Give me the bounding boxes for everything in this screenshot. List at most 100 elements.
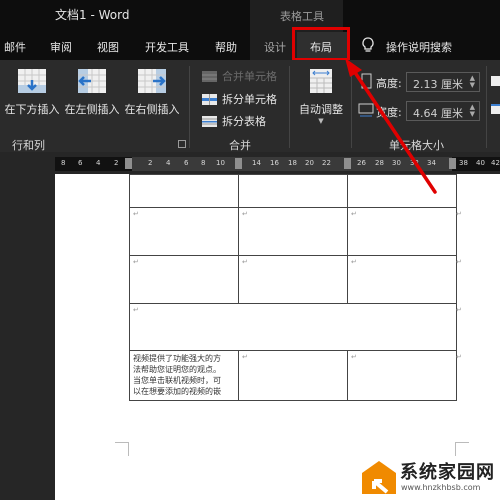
ruler-number: 6 xyxy=(184,159,189,167)
height-value: 2.13 厘米 xyxy=(413,78,463,91)
spinner-arrows-icon[interactable]: ▲ ▼ xyxy=(470,104,475,118)
ruler-number: 2 xyxy=(114,159,119,167)
split-table-button[interactable]: 拆分表格 xyxy=(202,113,266,129)
insert-left-icon xyxy=(78,69,106,93)
tab-view[interactable]: 视图 xyxy=(97,39,119,55)
row-end-mark: ↵ xyxy=(456,210,462,218)
house-logo-icon xyxy=(362,461,396,494)
paragraph-mark: ↵ xyxy=(242,258,248,266)
row-end-mark: ↵ xyxy=(456,353,462,361)
tab-review[interactable]: 审阅 xyxy=(50,39,72,55)
rows-cols-dialog-launcher-icon[interactable] xyxy=(178,140,186,148)
split-cells-button[interactable]: 拆分单元格 xyxy=(202,91,277,107)
table-cell[interactable] xyxy=(129,174,239,208)
ruler-number: 14 xyxy=(252,159,261,167)
cell-text-line: 当您单击联机视频时，可 xyxy=(133,376,221,385)
tell-me-search[interactable]: 操作说明搜索 xyxy=(386,39,452,55)
paragraph-mark: ↵ xyxy=(351,210,357,218)
distribute-columns-icon[interactable] xyxy=(491,104,500,114)
table-cell[interactable]: ↵ xyxy=(238,255,348,304)
tab-mailings[interactable]: 邮件 xyxy=(4,39,26,55)
table-row: ↵ ↵ ↵ xyxy=(129,255,457,304)
split-cells-label: 拆分单元格 xyxy=(222,93,277,106)
lightbulb-icon xyxy=(362,37,374,52)
table-cell[interactable]: ↵ xyxy=(238,350,348,401)
group-label-merge: 合并 xyxy=(229,139,251,152)
merge-cells-icon xyxy=(202,70,217,82)
ruler-number: 16 xyxy=(270,159,279,167)
group-separator xyxy=(189,66,190,148)
ruler-number: 26 xyxy=(357,159,366,167)
page-margin-corner xyxy=(115,442,129,456)
table-row: ↵ xyxy=(129,303,457,351)
ruler-number: 40 xyxy=(476,159,485,167)
column-marker[interactable] xyxy=(344,158,351,169)
row-end-mark: ↵ xyxy=(456,258,462,266)
tab-design[interactable]: 设计 xyxy=(264,39,286,55)
table-cell[interactable]: ↵ xyxy=(347,350,457,401)
width-input[interactable]: 4.64 厘米 ▲ ▼ xyxy=(406,101,480,121)
ruler-number: 22 xyxy=(322,159,331,167)
insert-below-button[interactable]: 在下方插入 xyxy=(2,68,62,117)
insert-left-button[interactable]: 在左侧插入 xyxy=(63,68,121,117)
paragraph-mark: ↵ xyxy=(133,210,139,218)
ruler-number: 38 xyxy=(459,159,468,167)
table-row xyxy=(129,174,457,208)
paragraph-mark: ↵ xyxy=(133,306,139,314)
paragraph-mark: ↵ xyxy=(242,210,248,218)
merge-cells-label: 合并单元格 xyxy=(222,70,277,83)
split-cells-icon xyxy=(202,93,217,105)
height-label: 高度: xyxy=(376,77,402,90)
autofit-label: 自动调整 xyxy=(299,103,343,116)
ruler-number: 42 xyxy=(491,159,500,167)
column-marker[interactable] xyxy=(235,158,242,169)
watermark-url: www.hnzkhbsb.com xyxy=(401,483,481,492)
table-cell[interactable]: ↵ xyxy=(129,255,239,304)
document-background xyxy=(0,174,55,500)
ruler-number: 10 xyxy=(216,159,225,167)
cell-text-line: 以在想要添加的视频的嵌 xyxy=(133,387,221,396)
table-cell[interactable]: ↵ xyxy=(238,207,348,256)
table-cell[interactable]: 视频提供了功能强大的方 法帮助您证明您的观点。 当您单击联机视频时，可 以在想要… xyxy=(129,350,239,401)
paragraph-mark: ↵ xyxy=(133,258,139,266)
autofit-icon xyxy=(310,69,332,93)
spinner-arrows-icon[interactable]: ▲ ▼ xyxy=(470,75,475,89)
ruler-number: 28 xyxy=(375,159,384,167)
distribute-rows-icon[interactable] xyxy=(491,76,500,86)
ruler-margin-left xyxy=(55,157,132,171)
paragraph-mark: ↵ xyxy=(242,353,248,361)
column-marker[interactable] xyxy=(449,158,456,169)
table-cell-merged[interactable]: ↵ xyxy=(129,303,457,351)
table-cell[interactable]: ↵ xyxy=(129,207,239,256)
watermark-logo: 系统家园网 www.hnzkhbsb.com xyxy=(360,455,500,500)
ruler-number: 30 xyxy=(392,159,401,167)
table-cell[interactable]: ↵ xyxy=(347,255,457,304)
merge-cells-button[interactable]: 合并单元格 xyxy=(202,68,277,84)
autofit-button[interactable]: 自动调整 ▼ xyxy=(296,68,346,125)
column-marker[interactable] xyxy=(125,158,132,169)
ruler-number: 8 xyxy=(201,159,206,167)
table-row: ↵ ↵ ↵ xyxy=(129,207,457,256)
paragraph-mark: ↵ xyxy=(351,353,357,361)
insert-right-icon xyxy=(138,69,166,93)
height-input[interactable]: 2.13 厘米 ▲ ▼ xyxy=(406,72,480,92)
horizontal-ruler[interactable]: 8 6 4 2 2 4 6 8 10 14 16 18 20 22 26 28 … xyxy=(0,152,500,174)
insert-left-label: 在左侧插入 xyxy=(64,103,120,116)
cell-text-line: 视频提供了功能强大的方 xyxy=(133,354,221,363)
tab-developer[interactable]: 开发工具 xyxy=(145,39,189,55)
split-table-label: 拆分表格 xyxy=(222,115,266,128)
table-cell[interactable] xyxy=(347,174,457,208)
ruler-number: 18 xyxy=(288,159,297,167)
tab-help[interactable]: 帮助 xyxy=(215,39,237,55)
insert-right-button[interactable]: 在右侧插入 xyxy=(123,68,181,117)
table-cell[interactable]: ↵ xyxy=(347,207,457,256)
group-label-cell-size: 单元格大小 xyxy=(389,139,444,152)
document-table[interactable]: ↵ ↵ ↵ ↵ ↵ ↵ ↵ 视频提供了功能强大的方 法帮助您证明您的观点。 当您… xyxy=(129,174,457,401)
chevron-down-icon: ▼ xyxy=(318,117,324,125)
ruler-number: 4 xyxy=(96,159,101,167)
page-margin-corner xyxy=(455,442,469,456)
width-value: 4.64 厘米 xyxy=(413,107,463,120)
table-cell[interactable] xyxy=(238,174,348,208)
group-separator xyxy=(351,66,352,148)
window-title: 文档1 - Word xyxy=(55,8,130,22)
